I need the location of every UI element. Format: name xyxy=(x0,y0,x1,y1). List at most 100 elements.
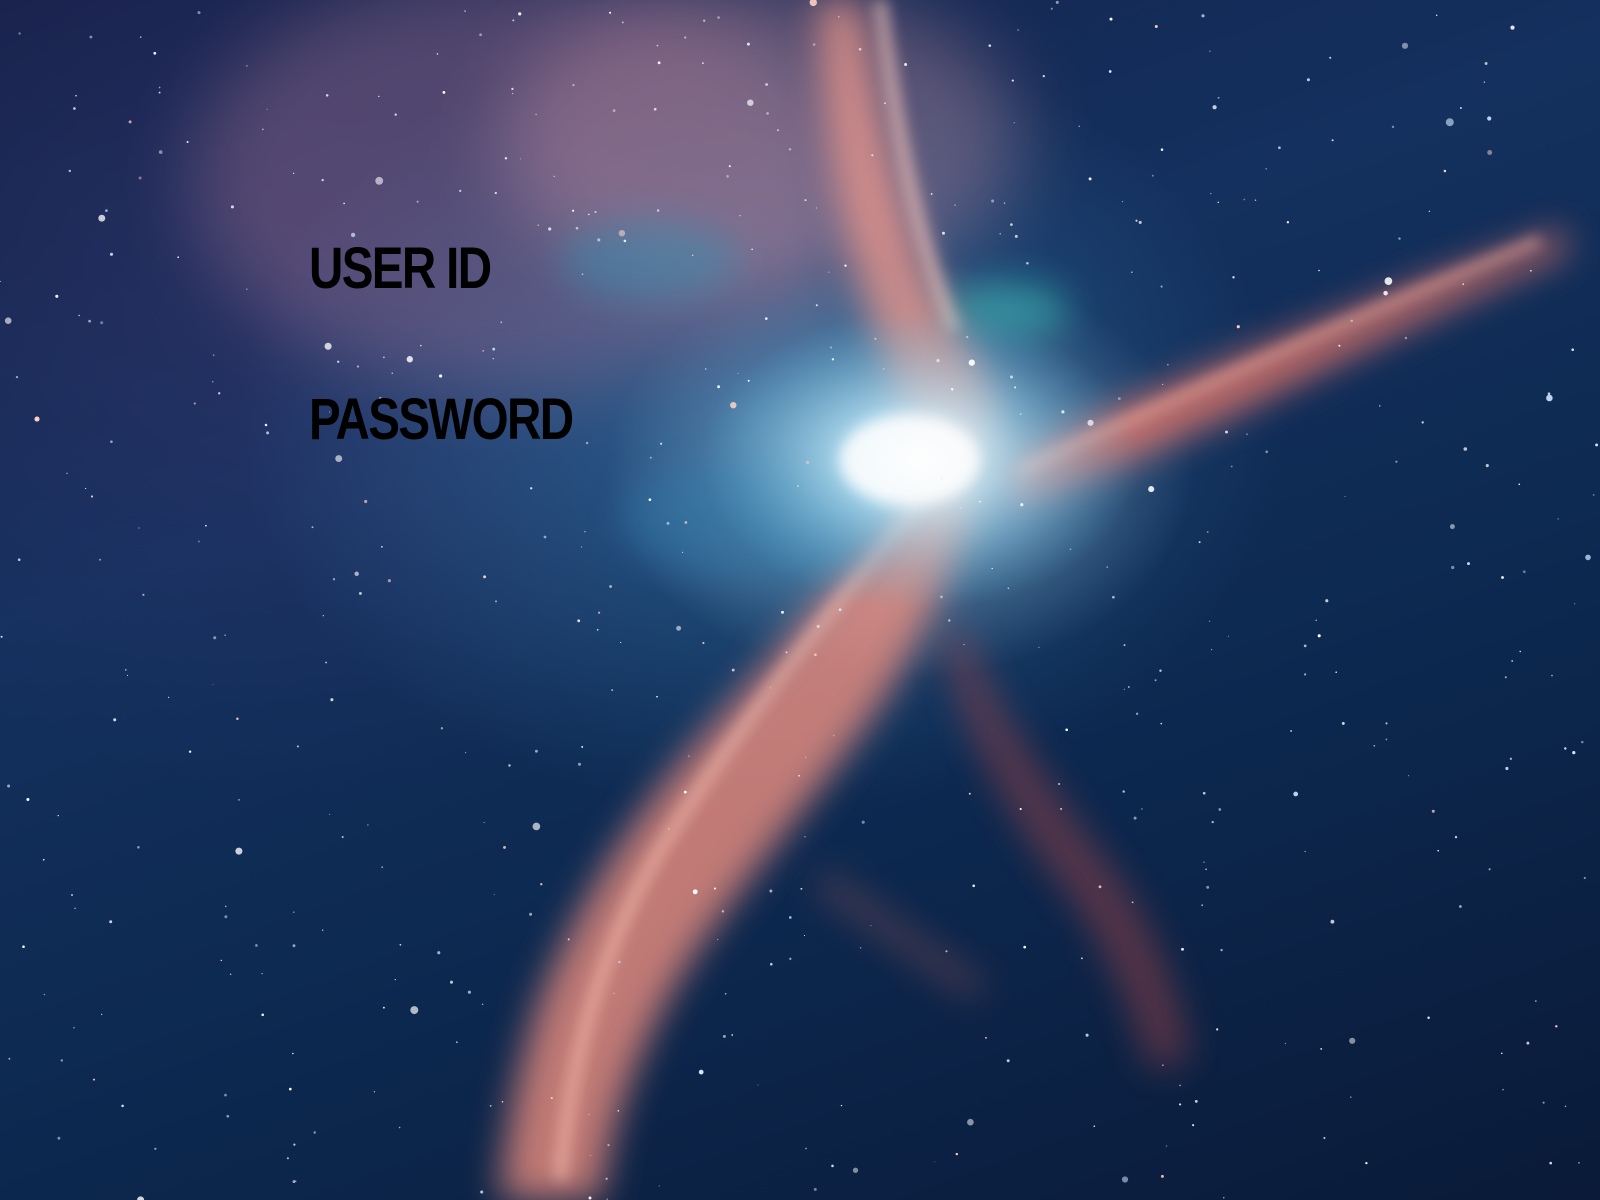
star xyxy=(1123,688,1125,690)
star xyxy=(1344,496,1346,498)
star xyxy=(1088,177,1092,181)
star xyxy=(296,745,299,748)
star xyxy=(769,889,773,893)
star xyxy=(596,628,599,631)
star xyxy=(871,154,874,157)
star xyxy=(1210,192,1212,195)
star xyxy=(1585,554,1591,561)
star xyxy=(492,358,494,360)
star xyxy=(100,321,104,325)
star xyxy=(1179,1084,1181,1087)
star xyxy=(813,1187,817,1191)
star xyxy=(831,1164,834,1168)
star xyxy=(942,231,945,235)
star xyxy=(1530,269,1532,272)
star xyxy=(757,1084,759,1086)
star xyxy=(1133,816,1137,820)
star xyxy=(1571,348,1575,352)
star xyxy=(394,978,396,981)
star xyxy=(769,687,772,689)
star xyxy=(731,1034,734,1036)
star xyxy=(322,929,324,931)
star xyxy=(676,625,682,631)
star xyxy=(815,207,817,209)
star xyxy=(1065,728,1068,732)
star xyxy=(702,19,706,23)
star xyxy=(1483,81,1486,83)
star xyxy=(1317,634,1321,638)
star xyxy=(789,957,792,960)
star xyxy=(594,210,597,214)
star xyxy=(1534,1000,1537,1003)
star xyxy=(766,112,769,115)
star xyxy=(747,379,750,382)
star xyxy=(1236,325,1240,329)
star xyxy=(246,65,248,67)
star xyxy=(34,416,40,422)
star xyxy=(1019,413,1022,416)
star xyxy=(1218,808,1222,811)
star xyxy=(577,762,582,766)
star xyxy=(124,669,127,671)
star xyxy=(684,521,688,524)
star xyxy=(788,148,792,151)
star xyxy=(519,158,522,160)
star xyxy=(1069,548,1072,551)
star xyxy=(717,16,720,19)
star xyxy=(1519,650,1521,653)
star xyxy=(1011,79,1014,82)
star xyxy=(1384,277,1393,285)
star xyxy=(609,11,612,14)
star xyxy=(1007,587,1010,590)
star xyxy=(1350,1096,1352,1098)
star xyxy=(945,950,948,953)
star xyxy=(532,822,541,831)
star xyxy=(212,354,215,356)
star xyxy=(1401,42,1409,49)
star xyxy=(692,889,698,895)
star xyxy=(459,189,462,192)
star xyxy=(398,1126,401,1129)
star xyxy=(1385,738,1388,741)
star xyxy=(246,288,248,290)
star xyxy=(1087,419,1094,426)
star xyxy=(1202,791,1206,795)
star xyxy=(1555,1025,1558,1028)
star xyxy=(1341,721,1345,725)
star xyxy=(1122,790,1125,793)
star xyxy=(806,460,810,465)
star xyxy=(588,1113,590,1115)
star xyxy=(1098,885,1102,889)
star xyxy=(504,157,508,160)
star xyxy=(611,689,614,692)
star xyxy=(963,643,965,646)
star xyxy=(177,256,180,259)
star xyxy=(534,749,538,753)
star xyxy=(1323,1136,1326,1140)
star xyxy=(440,727,444,730)
star xyxy=(988,44,992,47)
star xyxy=(70,893,74,897)
star xyxy=(1121,1176,1129,1183)
star xyxy=(1509,757,1513,760)
star xyxy=(518,12,522,16)
star xyxy=(1026,261,1029,265)
star xyxy=(803,934,806,937)
star xyxy=(1141,808,1143,810)
star xyxy=(1014,234,1018,238)
star xyxy=(1408,775,1410,777)
star xyxy=(798,774,800,777)
star xyxy=(540,883,543,886)
star xyxy=(1278,146,1281,150)
star xyxy=(936,359,940,363)
star xyxy=(1217,201,1219,203)
star xyxy=(1549,1161,1552,1165)
star xyxy=(728,165,731,168)
star xyxy=(887,488,891,492)
star xyxy=(656,44,659,47)
star xyxy=(1338,344,1341,347)
star xyxy=(788,916,792,919)
star xyxy=(479,33,482,37)
star xyxy=(113,718,117,722)
star xyxy=(1209,50,1211,52)
